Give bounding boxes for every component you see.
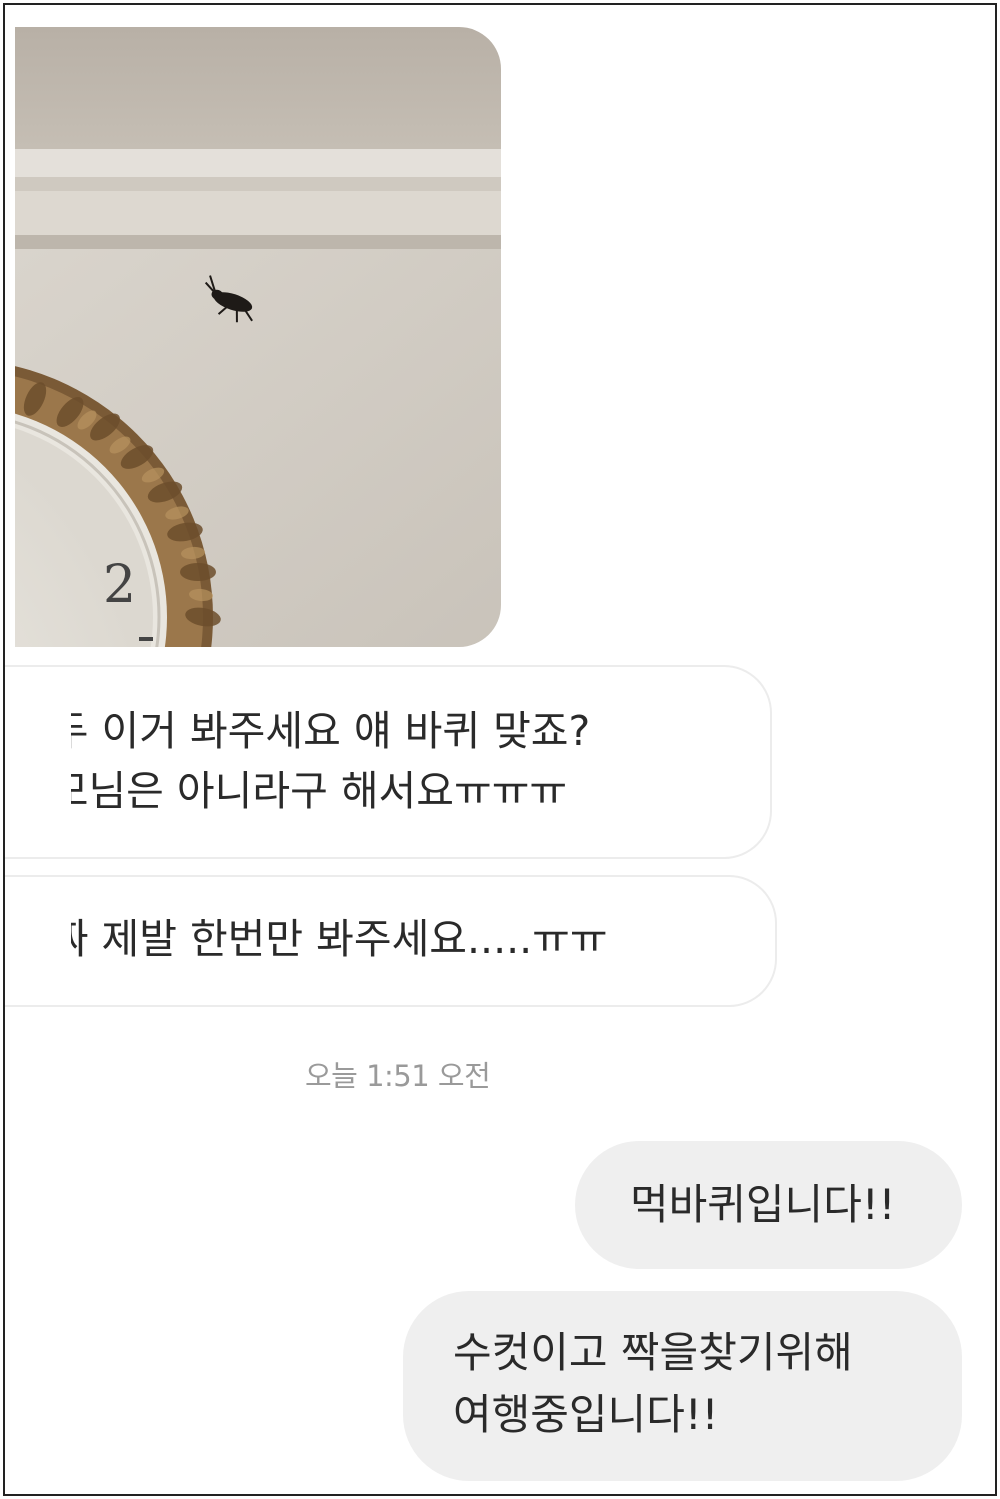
outgoing-message[interactable]: 먹바퀴입니다!! — [575, 1141, 962, 1269]
photo-image: 2 — [15, 27, 501, 647]
incoming-message[interactable]: 진짜 제발 한번만 봐주세요.....ㅠㅠ — [5, 875, 777, 1007]
incoming-message-text: 저두 이거 봐주세요 얘 바퀴 맞죠? 부모님은 아니라구 해서요ㅠㅠㅠ — [13, 707, 591, 815]
clock-numeral: 2 — [103, 555, 136, 615]
outgoing-message-text: 먹바퀴입니다!! — [630, 1180, 896, 1229]
chat-thread[interactable]: 2 저두 이거 봐주세요 얘 바퀴 맞죠? 부모님은 아니라구 해서요ㅠㅠㅠ 진… — [5, 5, 995, 1494]
screenshot-frame: 2 저두 이거 봐주세요 얘 바퀴 맞죠? 부모님은 아니라구 해서요ㅠㅠㅠ 진… — [3, 3, 997, 1496]
outgoing-message[interactable]: 수컷이고 짝을찾기위해 여행중입니다!! — [403, 1291, 962, 1481]
photo-message[interactable]: 2 — [15, 27, 501, 647]
incoming-message[interactable]: 저두 이거 봐주세요 얘 바퀴 맞죠? 부모님은 아니라구 해서요ㅠㅠㅠ — [5, 665, 772, 859]
message-timestamp: 오늘 1:51 오전 — [305, 1059, 491, 1093]
incoming-message-text: 진짜 제발 한번만 봐주세요.....ㅠㅠ — [13, 915, 608, 963]
outgoing-message-text: 수컷이고 짝을찾기위해 여행중입니다!! — [453, 1328, 853, 1439]
